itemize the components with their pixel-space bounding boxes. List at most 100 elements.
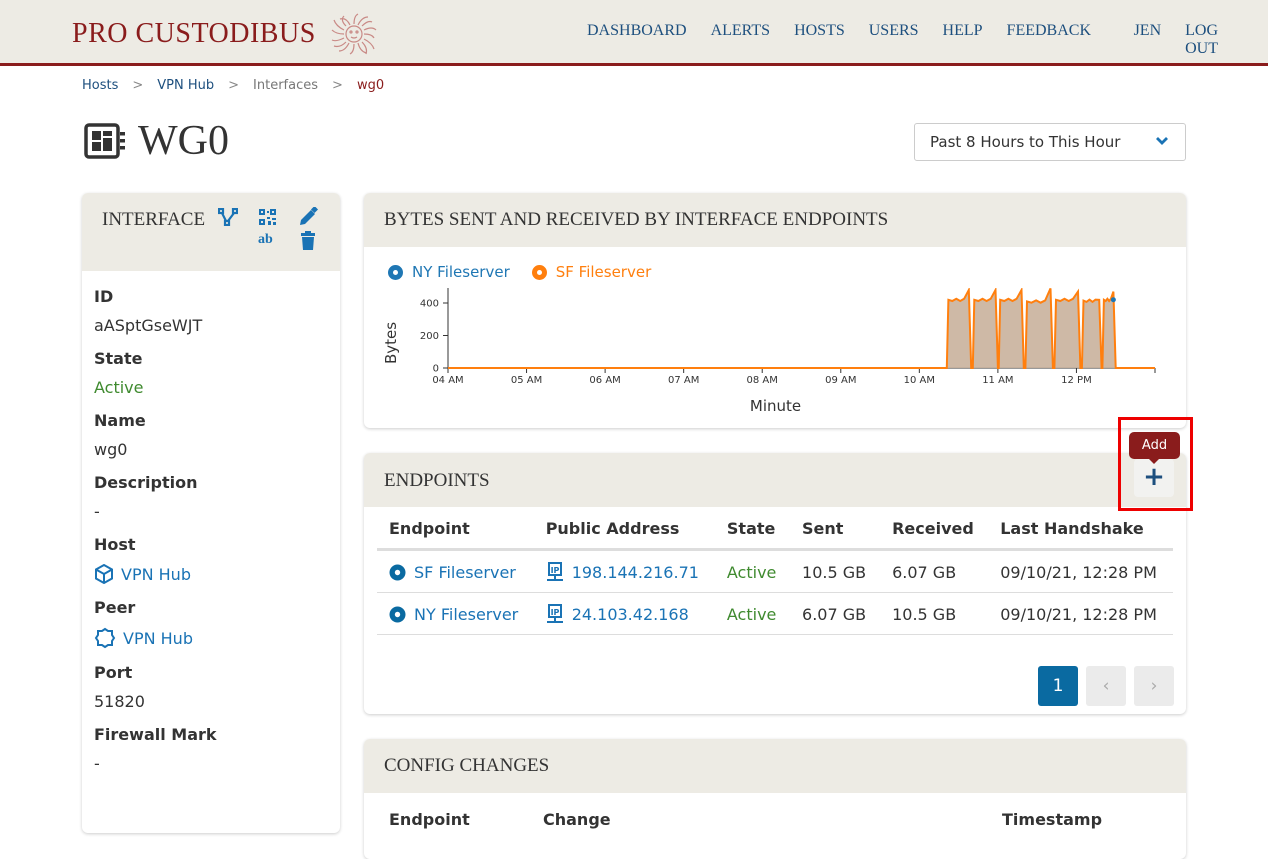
- y-tick-label: 0: [433, 364, 439, 375]
- delete-trash-icon[interactable]: [300, 231, 316, 250]
- highlight-box: [1118, 417, 1193, 511]
- bytes-chart: 0 200 400 04 AM 05 AM 06 AM 07 AM 08 AM 09 AM 10 …: [382, 288, 1156, 415]
- peer-link-text: VPN Hub: [123, 628, 193, 648]
- interface-fields: ID aASptGseWJT State Active Name wg0 Des…: [82, 271, 340, 797]
- nav-hosts[interactable]: HOSTS: [794, 22, 845, 58]
- host-link[interactable]: VPN Hub: [94, 564, 328, 584]
- endpoint-link[interactable]: NY Fileserver: [377, 592, 534, 635]
- svg-text:IP: IP: [550, 608, 559, 617]
- y-tick-label: 400: [420, 299, 439, 310]
- time-range-value: Past 8 Hours to This Hour: [930, 133, 1121, 151]
- handshake-cell: 09/10/21, 12:28 PM: [988, 549, 1173, 593]
- ny-point: [1110, 297, 1116, 303]
- x-tick-label: 12 PM: [1061, 375, 1092, 386]
- nav-alerts[interactable]: ALERTS: [711, 22, 770, 58]
- y-axis-label: Bytes: [382, 322, 400, 364]
- interface-panel-title: INTERFACE: [102, 209, 206, 230]
- sent-cell: 10.5 GB: [790, 549, 881, 593]
- col-last-handshake[interactable]: Last Handshake: [988, 519, 1173, 551]
- endpoint-dot-icon: [389, 564, 406, 580]
- edit-pencil-icon[interactable]: [298, 207, 318, 227]
- legend-item-ny[interactable]: NY Fileserver: [388, 263, 510, 281]
- cfg-col-timestamp[interactable]: Timestamp: [1002, 810, 1102, 829]
- table-row: NY Fileserver IP 24.103.42.168 Active 6.…: [377, 592, 1173, 635]
- bytes-chart-panel: BYTES SENT AND RECEIVED BY INTERFACE END…: [364, 193, 1186, 428]
- col-sent[interactable]: Sent: [790, 519, 881, 551]
- x-tick-label: 09 AM: [825, 375, 856, 386]
- field-label-state: State: [94, 349, 143, 368]
- host-link-text: VPN Hub: [121, 564, 191, 584]
- legend-label: SF Fileserver: [555, 263, 652, 281]
- interface-panel: INTERFACE ab ID aASptGseWJT State Active…: [82, 193, 340, 833]
- cfg-col-change[interactable]: Change: [543, 810, 611, 829]
- handshake-cell: 09/10/21, 12:28 PM: [988, 592, 1173, 635]
- interface-panel-header: INTERFACE ab: [82, 193, 340, 271]
- chevron-down-icon: [1156, 137, 1168, 145]
- topology-icon[interactable]: [218, 208, 238, 226]
- peer-link[interactable]: VPN Hub: [94, 627, 328, 649]
- breadcrumb-hosts[interactable]: Hosts: [82, 78, 118, 93]
- col-state[interactable]: State: [714, 519, 791, 551]
- peer-gear-icon: [94, 627, 116, 649]
- x-tick-label: 10 AM: [904, 375, 935, 386]
- breadcrumb-vpn-hub[interactable]: VPN Hub: [157, 78, 214, 93]
- time-range-select[interactable]: Past 8 Hours to This Hour: [914, 123, 1186, 161]
- sf-area: [448, 288, 1155, 368]
- legend-dot-icon: [531, 264, 547, 280]
- col-endpoint[interactable]: Endpoint: [377, 519, 534, 551]
- nav-users[interactable]: USERS: [869, 22, 919, 58]
- endpoint-link[interactable]: SF Fileserver: [377, 549, 534, 593]
- prev-page-button[interactable]: ‹: [1086, 666, 1126, 706]
- legend-dot-icon: [388, 264, 403, 280]
- state-cell: Active: [714, 549, 791, 593]
- x-tick-label: 06 AM: [589, 375, 620, 386]
- brand-logo[interactable]: PRO CUSTODIBUS: [72, 12, 378, 56]
- interface-card-icon: [84, 123, 125, 159]
- interface-actions: ab: [216, 206, 326, 262]
- field-value-state: Active: [94, 378, 144, 397]
- col-received[interactable]: Received: [880, 519, 989, 551]
- breadcrumb: Hosts > VPN Hub > Interfaces > wg0: [82, 78, 384, 93]
- main-nav: DASHBOARD ALERTS HOSTS USERS HELP FEEDBA…: [587, 22, 1268, 58]
- text-ab-icon[interactable]: ab: [258, 232, 273, 248]
- endpoint-dot-icon: [389, 606, 406, 622]
- table-header-row: Endpoint Public Address State Sent Recei…: [377, 519, 1173, 551]
- next-page-button[interactable]: ›: [1134, 666, 1174, 706]
- col-public-address[interactable]: Public Address: [533, 519, 715, 551]
- y-tick-label: 200: [420, 331, 439, 342]
- page-1-button[interactable]: 1: [1038, 666, 1078, 706]
- address-link[interactable]: IP 198.144.216.71: [533, 549, 715, 593]
- field-value-name: wg0: [94, 440, 128, 459]
- field-label-name: Name: [94, 411, 146, 430]
- nav-dashboard[interactable]: DASHBOARD: [587, 22, 687, 58]
- field-label-description: Description: [94, 473, 198, 492]
- svg-text:IP: IP: [550, 566, 559, 575]
- breadcrumb-separator: >: [228, 78, 240, 93]
- chart-legend: NY Fileserver SF Fileserver: [388, 263, 673, 281]
- x-axis-label: Minute: [750, 397, 801, 415]
- nav-logout[interactable]: LOG OUT: [1185, 22, 1244, 58]
- nav-user[interactable]: JEN: [1134, 22, 1162, 58]
- address-link[interactable]: IP 24.103.42.168: [533, 592, 715, 635]
- brand-name: PRO CUSTODIBUS: [72, 18, 316, 49]
- config-changes-panel: CONFIG CHANGES Endpoint Change Timestamp: [364, 739, 1186, 859]
- legend-item-sf[interactable]: SF Fileserver: [531, 263, 652, 281]
- endpoint-name: SF Fileserver: [414, 562, 516, 582]
- nav-feedback[interactable]: FEEDBACK: [1007, 22, 1091, 58]
- endpoints-panel: ENDPOINTS Endpoint Public Address State …: [364, 453, 1186, 714]
- field-label-port: Port: [94, 663, 133, 682]
- cfg-col-endpoint[interactable]: Endpoint: [389, 810, 470, 829]
- breadcrumb-current: wg0: [356, 78, 385, 93]
- endpoint-name: NY Fileserver: [414, 604, 519, 624]
- field-label-firewall-mark: Firewall Mark: [94, 725, 217, 744]
- field-value-description: -: [94, 502, 100, 521]
- qr-code-icon[interactable]: [258, 208, 278, 226]
- nav-help[interactable]: HELP: [943, 22, 983, 58]
- ip-address-icon: IP: [546, 604, 563, 623]
- x-tick-label: 05 AM: [511, 375, 542, 386]
- x-tick-label: 08 AM: [747, 375, 778, 386]
- field-label-host: Host: [94, 535, 136, 554]
- page-title: WG0: [84, 117, 229, 165]
- address-text: 24.103.42.168: [571, 604, 689, 624]
- address-text: 198.144.216.71: [571, 562, 699, 582]
